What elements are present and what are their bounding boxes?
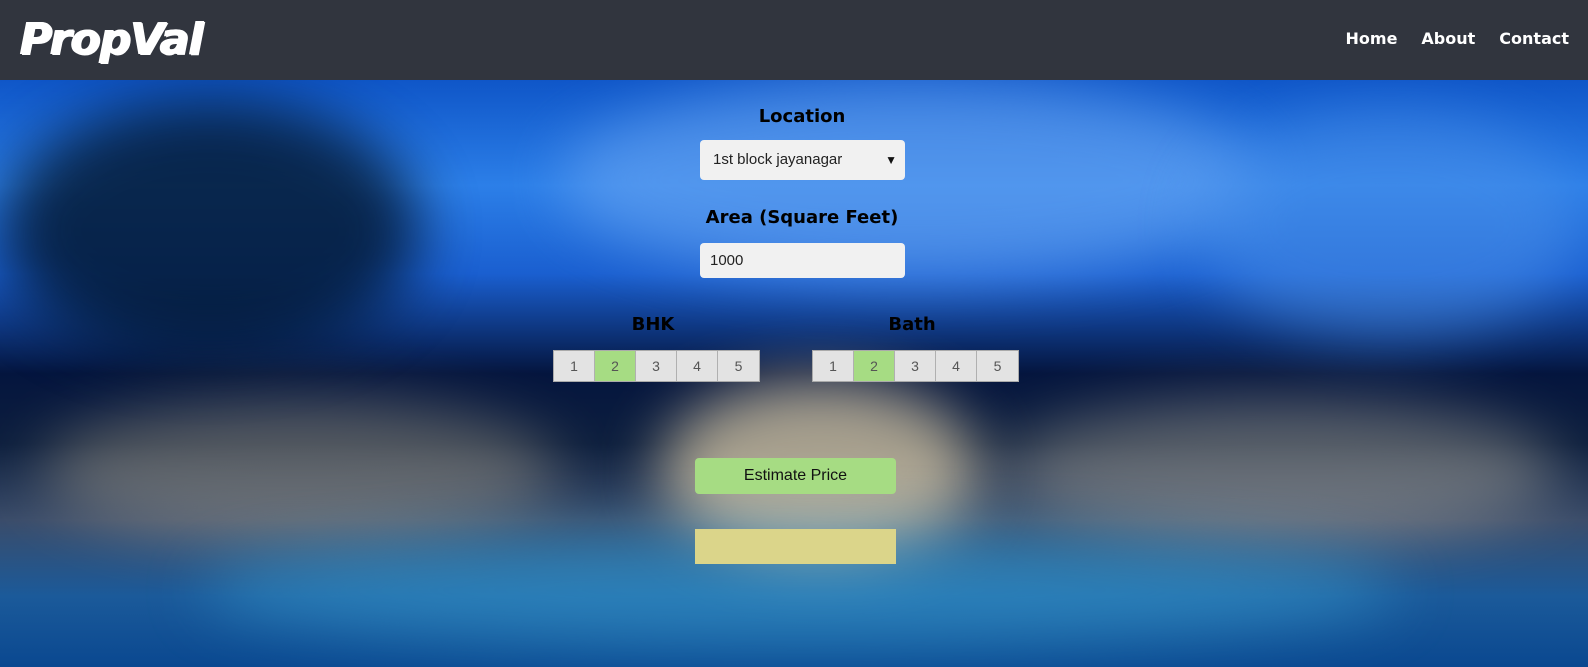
location-label: Location: [758, 106, 846, 127]
bhk-option[interactable]: 3: [636, 351, 677, 381]
area-input[interactable]: 1000: [700, 243, 905, 278]
bath-option[interactable]: 4: [936, 351, 977, 381]
bath-option[interactable]: 5: [977, 351, 1018, 381]
bath-option[interactable]: 3: [895, 351, 936, 381]
background-blur-shape: [40, 400, 560, 540]
background-blur-shape: [560, 80, 1260, 280]
bhk-option[interactable]: 4: [677, 351, 718, 381]
background-blur-shape: [1200, 110, 1580, 340]
bhk-option[interactable]: 1: [554, 351, 595, 381]
location-select-value: 1st block jayanagar: [713, 151, 843, 168]
bath-label: Bath: [888, 314, 936, 335]
bhk-option[interactable]: 5: [718, 351, 759, 381]
bhk-label: BHK: [631, 314, 675, 335]
bhk-option[interactable]: 2: [595, 351, 636, 381]
nav-home-link[interactable]: Home: [1346, 28, 1398, 50]
price-result: [695, 529, 896, 564]
bath-option[interactable]: 1: [813, 351, 854, 381]
nav-about-link[interactable]: About: [1421, 28, 1475, 50]
navbar: PropVal Home About Contact: [0, 0, 1588, 80]
estimate-price-button[interactable]: Estimate Price: [695, 458, 896, 494]
bath-selector: 1 2 3 4 5: [812, 350, 1019, 382]
location-select[interactable]: 1st block jayanagar ▼: [700, 140, 905, 180]
nav-links: Home About Contact: [1346, 28, 1569, 50]
chevron-down-icon: ▼: [885, 153, 897, 167]
logo[interactable]: PropVal: [20, 12, 204, 68]
nav-contact-link[interactable]: Contact: [1499, 28, 1569, 50]
background-blur-shape: [0, 100, 420, 360]
background-blur-shape: [1000, 400, 1560, 540]
bhk-selector: 1 2 3 4 5: [553, 350, 760, 382]
bath-option[interactable]: 2: [854, 351, 895, 381]
area-label: Area (Square Feet): [705, 207, 899, 228]
